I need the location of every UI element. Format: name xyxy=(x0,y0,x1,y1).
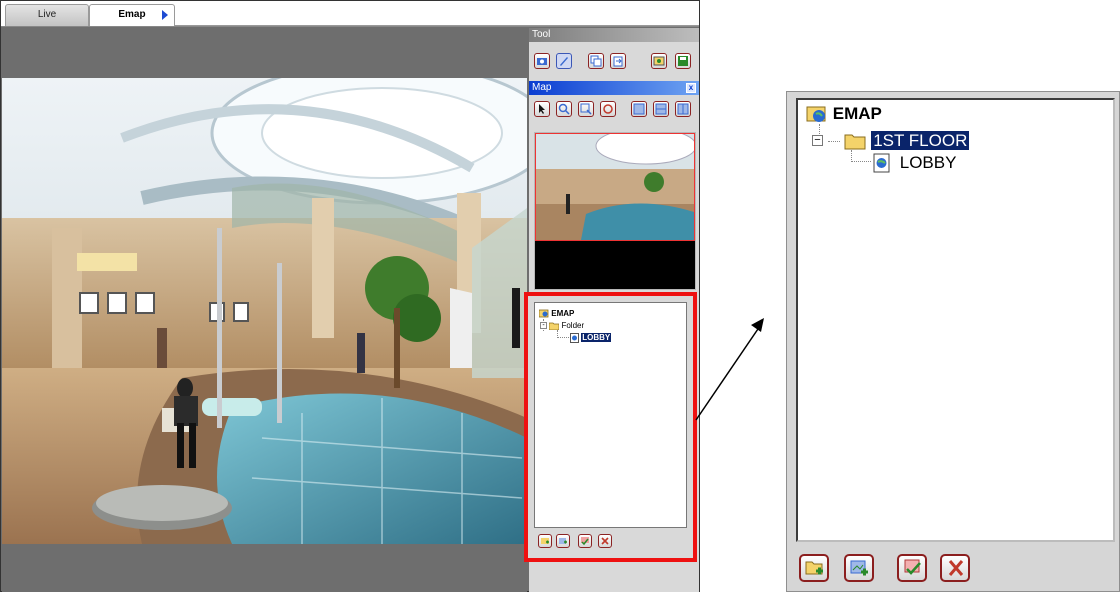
map-file-icon xyxy=(873,153,890,173)
add-folder-icon[interactable] xyxy=(799,554,829,582)
delete-icon[interactable] xyxy=(940,554,970,582)
collapse-icon[interactable]: − xyxy=(812,135,823,146)
tree-connector xyxy=(827,141,840,142)
folder-icon xyxy=(844,134,866,150)
zoom-tree-root-label: EMAP xyxy=(832,104,882,123)
emap-root-icon xyxy=(806,106,826,122)
zoomed-tree-panel: EMAP − 1ST FLOOR LOBBY xyxy=(786,91,1120,592)
page: Live Emap Tool Map x EMAP - Folder LOBBY… xyxy=(0,0,1120,592)
zoom-tree-node-folder[interactable]: − 1ST FLOOR xyxy=(812,130,971,151)
map-tree-zoomed: EMAP − 1ST FLOOR LOBBY xyxy=(796,98,1115,542)
zoom-tree-map-label: LOBBY xyxy=(899,153,957,172)
add-map-icon[interactable] xyxy=(844,554,874,582)
zoom-tree-node-map[interactable]: LOBBY xyxy=(873,153,956,173)
zoom-tree-folder-label: 1ST FLOOR xyxy=(870,130,971,151)
edit-map-icon[interactable] xyxy=(897,554,927,582)
zoom-tree-node-root[interactable]: EMAP xyxy=(806,104,882,124)
tree-connector xyxy=(851,150,871,162)
